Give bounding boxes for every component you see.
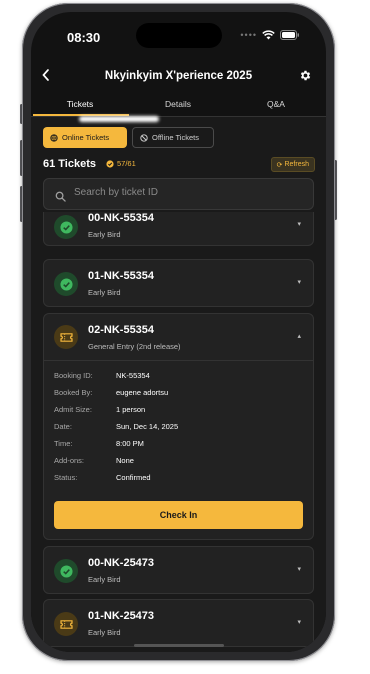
ticket-card[interactable]: 01-NK-55354 Early Bird ▾ <box>43 259 314 307</box>
detail-label: Admit Size: <box>54 405 92 414</box>
redaction-mark <box>79 116 159 122</box>
detail-label: Date: <box>54 422 72 431</box>
signal-icon: •••• <box>240 30 257 40</box>
detail-value: 1 person <box>116 405 146 414</box>
refresh-label: Refresh <box>284 161 309 168</box>
detail-value: 8:00 PM <box>116 439 144 448</box>
ticket-type: Early Bird <box>88 288 121 297</box>
ticket-code: 01-NK-25473 <box>88 610 155 622</box>
offline-tickets-toggle[interactable]: Offline Tickets <box>132 127 214 148</box>
detail-label: Status: <box>54 473 78 482</box>
check-circle-icon <box>59 220 73 234</box>
ticket-icon <box>59 332 73 342</box>
detail-value: NK-55354 <box>116 371 150 380</box>
detail-value: None <box>116 456 134 465</box>
ticket-count: 61 Tickets <box>43 158 97 170</box>
status-icons: •••• <box>240 30 300 40</box>
gear-icon <box>300 70 311 81</box>
check-circle-icon <box>59 564 73 578</box>
ticket-code: 00-NK-55354 <box>88 212 155 224</box>
chevron-down-icon[interactable]: ▾ <box>297 220 301 228</box>
ticket-code: 01-NK-55354 <box>88 270 155 282</box>
verified-count: 57/61 <box>106 159 136 168</box>
battery-icon <box>280 30 299 40</box>
ticket-card[interactable]: 00-NK-55354 Early Bird ▾ <box>43 212 314 246</box>
tab-qa[interactable]: Q&A <box>227 99 325 109</box>
ticket-code: 00-NK-25473 <box>88 557 155 569</box>
ticket-type: Early Bird <box>88 628 121 637</box>
refresh-button[interactable]: ⟳ Refresh <box>270 157 315 172</box>
status-time: 08:30 <box>67 30 101 45</box>
detail-value: eugene adortsu <box>116 388 169 397</box>
ticket-card-expanded[interactable]: 02-NK-55354 General Entry (2nd release) … <box>43 313 314 540</box>
app-header: Nkyinkyim X'perience 2025 <box>31 64 326 94</box>
detail-value: Sun, Dec 14, 2025 <box>116 422 179 431</box>
tab-tickets[interactable]: Tickets <box>31 99 129 109</box>
chevron-up-icon[interactable]: ▴ <box>297 332 301 340</box>
refresh-icon: ⟳ <box>276 161 283 169</box>
home-indicator <box>134 644 224 647</box>
online-tickets-label: Online Tickets <box>62 133 110 142</box>
app-screen: 08:30 •••• Nkyinkyim X'perience 2025 Tic… <box>31 12 326 652</box>
ticket-list: 00-NK-55354 Early Bird ▾ 01-NK-55354 Ear… <box>43 212 314 648</box>
detail-value: Confirmed <box>116 473 151 482</box>
page-title: Nkyinkyim X'perience 2025 <box>104 70 253 82</box>
online-tickets-toggle[interactable]: Online Tickets <box>43 127 127 148</box>
offline-tickets-label: Offline Tickets <box>152 133 199 142</box>
ticket-type: Early Bird <box>88 230 121 239</box>
ticket-code: 02-NK-55354 <box>88 324 155 336</box>
check-circle-icon <box>106 159 114 168</box>
ticket-card[interactable]: 00-NK-25473 Early Bird ▾ <box>43 546 314 594</box>
pending-badge <box>54 612 78 636</box>
offline-icon <box>140 133 148 142</box>
phone-frame: 08:30 •••• Nkyinkyim X'perience 2025 Tic… <box>22 3 335 661</box>
checked-badge <box>54 215 78 239</box>
check-circle-icon <box>59 277 73 291</box>
search-icon <box>55 189 66 207</box>
wifi-icon <box>262 30 275 40</box>
chevron-down-icon[interactable]: ▾ <box>297 278 301 286</box>
tab-bar: Tickets Details Q&A <box>31 95 326 117</box>
tab-details[interactable]: Details <box>129 99 227 109</box>
verified-count-text: 57/61 <box>117 159 136 168</box>
detail-label: Time: <box>54 439 73 448</box>
ticket-type: General Entry (2nd release) <box>88 342 181 351</box>
checked-badge <box>54 559 78 583</box>
detail-label: Add-ons: <box>54 456 85 465</box>
pending-badge <box>54 325 78 349</box>
check-in-button[interactable]: Check In <box>54 501 303 529</box>
ticket-details: Booking ID: NK-55354 Booked By: eugene a… <box>44 360 314 540</box>
ticket-summary: 61 Tickets 57/61 ⟳ Refresh <box>43 156 315 174</box>
chevron-down-icon[interactable]: ▾ <box>297 565 301 573</box>
ticket-icon <box>59 619 73 629</box>
dynamic-island <box>136 23 222 48</box>
settings-button[interactable] <box>299 69 312 87</box>
ticket-card[interactable]: 01-NK-25473 Early Bird ▾ <box>43 599 314 647</box>
status-bar: 08:30 •••• <box>31 12 326 62</box>
search-bar <box>43 178 314 210</box>
chevron-down-icon[interactable]: ▾ <box>297 618 301 626</box>
globe-icon <box>50 133 58 142</box>
detail-label: Booking ID: <box>54 371 93 380</box>
checked-badge <box>54 272 78 296</box>
detail-label: Booked By: <box>54 388 93 397</box>
search-input[interactable] <box>74 187 294 198</box>
ticket-type: Early Bird <box>88 575 121 584</box>
